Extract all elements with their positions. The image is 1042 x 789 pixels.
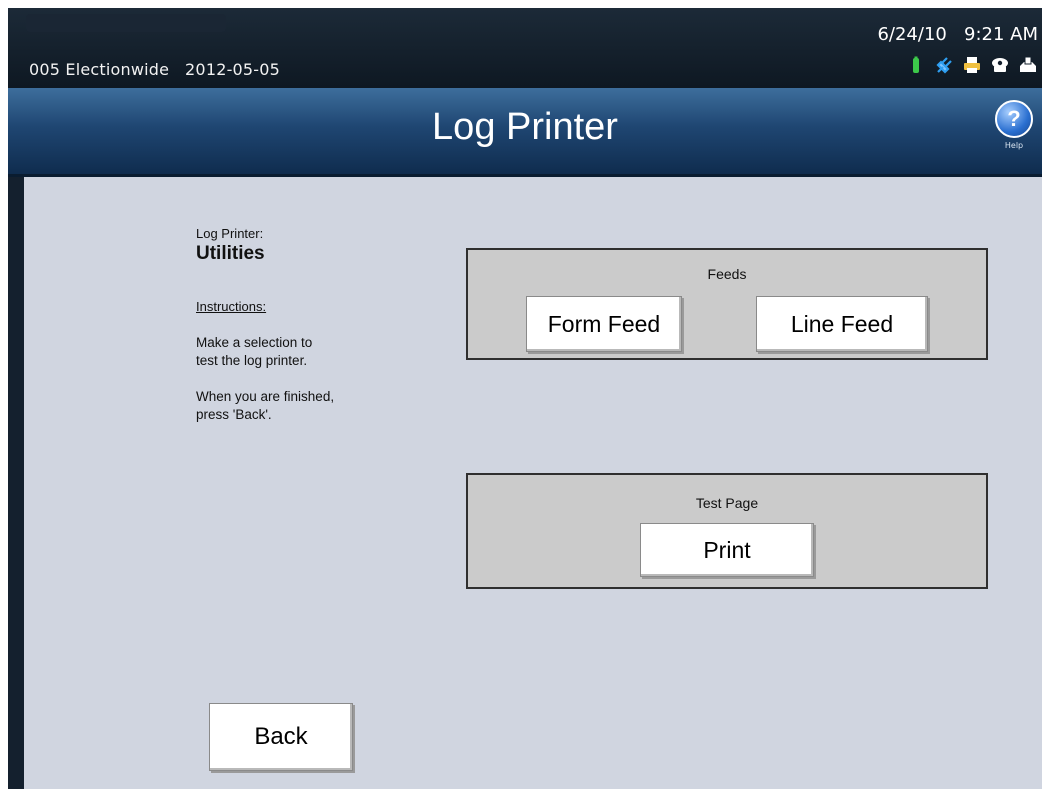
instructions-heading: Instructions:	[196, 299, 267, 314]
line-feed-button[interactable]: Line Feed	[756, 296, 928, 352]
status-icons	[906, 55, 1038, 75]
feeds-group-title: Feeds	[707, 266, 747, 282]
date-time: 6/24/10 9:21 AM	[877, 24, 1038, 45]
section-title: Utilities	[196, 243, 265, 264]
page-header: Log Printer ? Help	[8, 88, 1042, 177]
feeds-group: Feeds Form Feed Line Feed	[466, 248, 988, 360]
help-label: Help	[1004, 141, 1024, 150]
back-button[interactable]: Back	[209, 703, 353, 771]
network-icon	[990, 55, 1010, 75]
form-feed-button[interactable]: Form Feed	[526, 296, 682, 352]
test-page-group: Test Page Print	[466, 473, 988, 589]
app-window: 005 Electionwide 2012-05-05 6/24/10 9:21…	[8, 8, 1042, 789]
election-info: 005 Electionwide 2012-05-05	[29, 60, 281, 79]
test-page-group-title: Test Page	[695, 495, 759, 511]
power-plug-icon	[934, 55, 954, 75]
printer-icon	[962, 55, 982, 75]
instructions-panel: Log Printer: Utilities Instructions: Mak…	[196, 226, 436, 424]
status-bar-tab	[26, 14, 226, 32]
instruction-text: When you are finished, press 'Back'.	[196, 389, 335, 422]
print-button[interactable]: Print	[640, 523, 814, 577]
status-bar: 005 Electionwide 2012-05-05 6/24/10 9:21…	[8, 8, 1042, 88]
card-reader-icon	[1018, 55, 1038, 75]
help-icon[interactable]: ?	[995, 100, 1033, 138]
instruction-text: Make a selection to test the log printer…	[196, 335, 313, 368]
help-button[interactable]: ? Help	[994, 100, 1034, 154]
page-title: Log Printer	[432, 106, 618, 148]
section-label: Log Printer:	[196, 226, 264, 241]
main-content: Log Printer: Utilities Instructions: Mak…	[24, 177, 1042, 789]
battery-icon	[906, 55, 926, 75]
